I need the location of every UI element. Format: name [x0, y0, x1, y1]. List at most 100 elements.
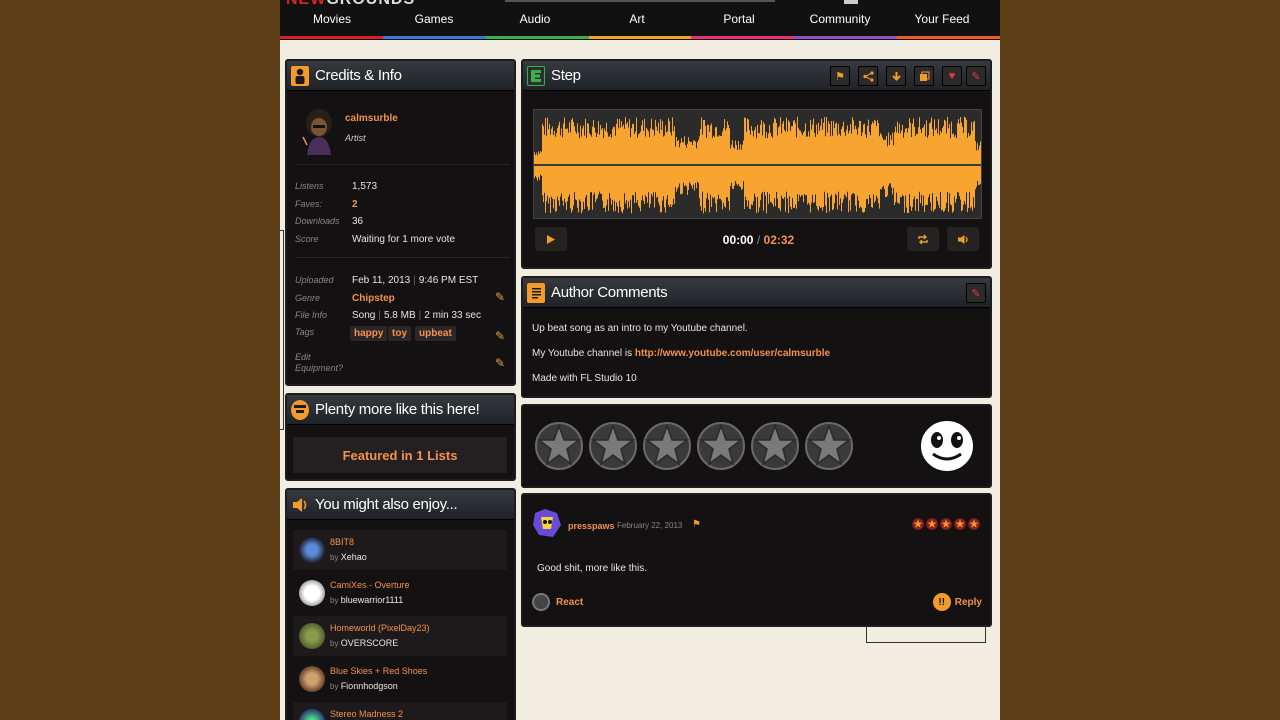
- waveform-bar: [698, 139, 699, 183]
- track-title[interactable]: Blue Skies + Red Shoes: [330, 666, 427, 676]
- waveform-bar: [949, 124, 950, 194]
- waveform-bar: [882, 137, 883, 187]
- nav-community[interactable]: Community: [789, 12, 891, 26]
- waveform-bar: [939, 135, 940, 208]
- waveform-bar: [869, 132, 870, 196]
- genre-label: Genre: [295, 293, 321, 303]
- recommendation-item[interactable]: 8BIT8 by Xehao: [293, 530, 507, 570]
- waveform-bar: [551, 128, 552, 197]
- waveform-bar: [790, 130, 791, 207]
- waveform-bar: [648, 131, 649, 193]
- rate-star-6[interactable]: [804, 418, 854, 474]
- rate-star-3[interactable]: [642, 418, 692, 474]
- tag-toy[interactable]: toy: [388, 326, 411, 341]
- rate-star-1[interactable]: [534, 418, 584, 474]
- waveform-bar: [580, 125, 581, 202]
- nav-games[interactable]: Games: [383, 12, 485, 26]
- waveform-bar: [784, 129, 785, 198]
- tag-upbeat[interactable]: upbeat: [415, 326, 456, 341]
- waveform-bar: [825, 136, 826, 206]
- track-title[interactable]: CamiXes - Overture: [330, 580, 410, 590]
- waveform-bar: [592, 126, 593, 210]
- waveform-bar: [814, 132, 815, 203]
- waveform-bar: [765, 137, 766, 196]
- edit-icon[interactable]: ✎: [966, 66, 986, 86]
- recommendation-item[interactable]: Blue Skies + Red Shoes by Fionnhodgson: [293, 659, 507, 699]
- track-title[interactable]: Homeworld (PixelDay23): [330, 623, 430, 633]
- reviewer-avatar[interactable]: [531, 507, 563, 539]
- waveform-bar: [745, 118, 746, 197]
- recommendation-item[interactable]: CamiXes - Overture by bluewarrior1111: [293, 573, 507, 613]
- waveform-bar: [633, 123, 634, 196]
- flag-icon[interactable]: ⚑: [692, 519, 701, 530]
- mail-icon[interactable]: [844, 0, 858, 4]
- reply-button[interactable]: !! Reply: [932, 593, 982, 611]
- nav-audio[interactable]: Audio: [484, 12, 586, 26]
- equipment-label[interactable]: Edit Equipment?: [295, 352, 355, 374]
- speaker-icon: [291, 495, 309, 515]
- track-author: by bluewarrior1111: [330, 595, 404, 605]
- reviewer-name[interactable]: presspaws: [568, 521, 615, 531]
- edit-tags-pencil-icon[interactable]: ✎: [495, 330, 507, 342]
- faves-value[interactable]: 2: [352, 199, 358, 210]
- artist-name[interactable]: calmsurble: [345, 113, 398, 124]
- featured-lists-button[interactable]: Featured in 1 Lists: [293, 437, 507, 473]
- repeat-icon[interactable]: [907, 227, 939, 251]
- waveform-bar: [681, 138, 682, 195]
- waveform-bar: [950, 138, 951, 205]
- nav-your-feed[interactable]: Your Feed: [891, 12, 993, 26]
- nav-color-segment: [691, 36, 795, 39]
- waveform-bar: [664, 135, 665, 208]
- edit-genre-pencil-icon[interactable]: ✎: [495, 291, 507, 303]
- waveform-bar: [867, 125, 868, 200]
- rate-star-2[interactable]: [588, 418, 638, 474]
- track-title[interactable]: Stereo Madness 2: [330, 709, 403, 719]
- nav-portal[interactable]: Portal: [688, 12, 790, 26]
- author-comments-title: Author Comments: [551, 284, 668, 301]
- genre-value[interactable]: Chipstep: [352, 293, 395, 304]
- artist-avatar[interactable]: [297, 105, 337, 155]
- waveform-bar: [967, 137, 968, 213]
- waveform-bar: [888, 132, 889, 186]
- edit-equipment-pencil-icon[interactable]: ✎: [495, 357, 507, 369]
- waveform-bar: [792, 126, 793, 199]
- waveform-bar: [716, 126, 717, 213]
- waveform-bar: [650, 128, 651, 204]
- waveform-bar: [916, 133, 917, 200]
- heart-icon[interactable]: ♥: [942, 66, 962, 86]
- search-bar[interactable]: [505, 0, 775, 2]
- playlist-icon[interactable]: [914, 66, 934, 86]
- waveform[interactable]: [533, 109, 982, 219]
- react-button[interactable]: React: [532, 593, 583, 611]
- tags-label: Tags: [295, 327, 315, 337]
- tag-happy[interactable]: happy: [350, 326, 388, 341]
- comment-line: Up beat song as an intro to my Youtube c…: [532, 323, 748, 334]
- waveform-bar: [731, 144, 732, 183]
- waveform-bar: [658, 122, 659, 203]
- edit-comments-icon[interactable]: ✎: [966, 283, 986, 303]
- waveform-bar: [820, 125, 821, 208]
- waveform-bar: [569, 122, 570, 195]
- site-logo[interactable]: NEWGROUNDS: [286, 0, 415, 9]
- volume-icon[interactable]: [947, 227, 979, 251]
- download-icon[interactable]: [886, 66, 906, 86]
- waveform-bar: [621, 121, 622, 212]
- youtube-link[interactable]: http://www.youtube.com/user/calmsurble: [635, 348, 830, 359]
- share-icon[interactable]: [858, 66, 878, 86]
- recommendation-item[interactable]: Stereo Madness 2: [293, 702, 507, 720]
- flag-icon[interactable]: ⚑: [830, 66, 850, 86]
- nav-art[interactable]: Art: [586, 12, 688, 26]
- waveform-bar: [809, 136, 810, 205]
- nav-movies[interactable]: Movies: [281, 12, 383, 26]
- waveform-bar: [764, 124, 765, 192]
- track-title[interactable]: 8BIT8: [330, 537, 354, 547]
- waveform-bar: [618, 128, 619, 213]
- rate-star-5[interactable]: [750, 418, 800, 474]
- waveform-bar: [601, 129, 602, 194]
- waveform-bar: [632, 124, 633, 195]
- waveform-bar: [804, 130, 805, 194]
- waveform-bar: [556, 133, 557, 211]
- recommendation-item[interactable]: Homeworld (PixelDay23) by OVERSCORE: [293, 616, 507, 656]
- rate-star-4[interactable]: [696, 418, 746, 474]
- waveform-bar: [589, 133, 590, 210]
